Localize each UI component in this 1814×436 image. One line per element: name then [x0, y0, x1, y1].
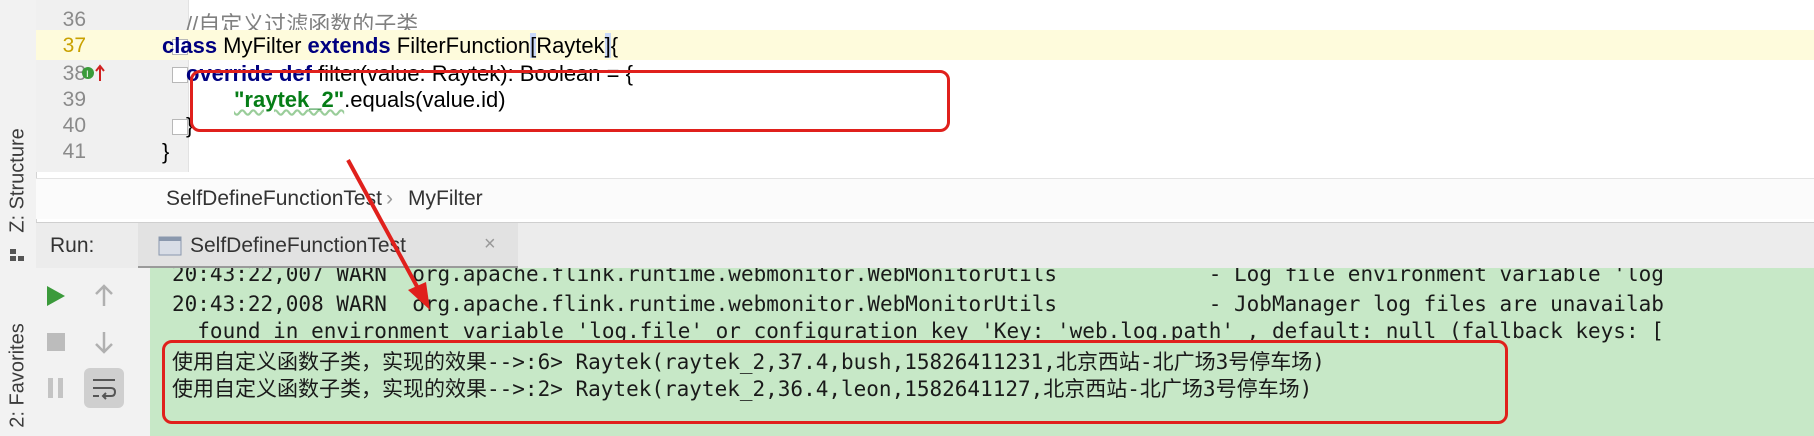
- annotation-arrow-icon: [346, 159, 430, 310]
